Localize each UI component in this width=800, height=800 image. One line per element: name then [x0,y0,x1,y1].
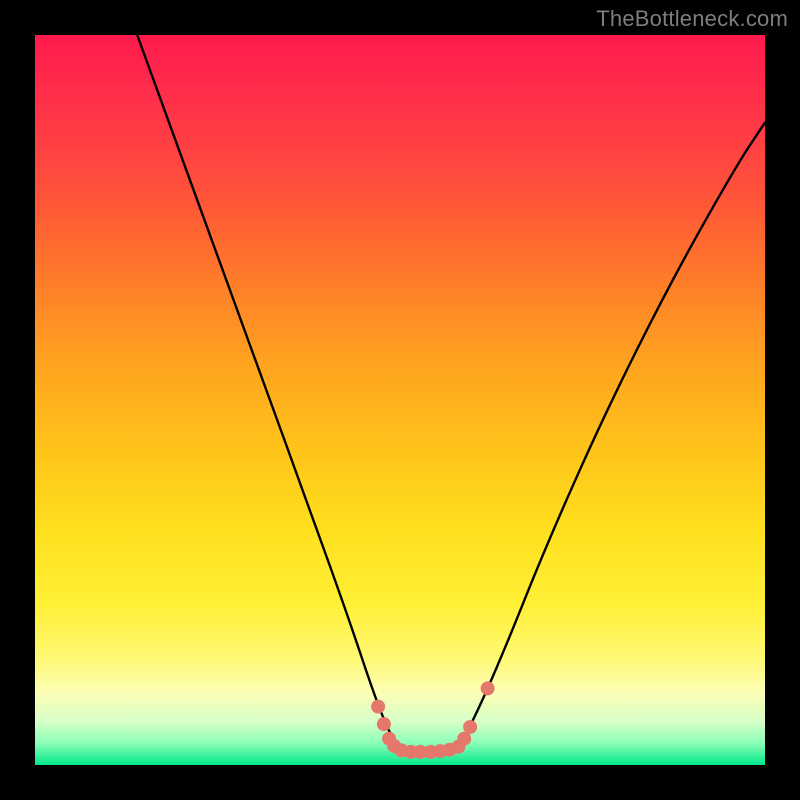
marker-dot [463,720,477,734]
marker-group [371,681,495,759]
curve-svg [35,35,765,765]
marker-dot [371,700,385,714]
bottleneck-curve [137,35,765,752]
plot-area [35,35,765,765]
marker-dot [377,717,391,731]
chart-container: TheBottleneck.com [0,0,800,800]
marker-dot [481,681,495,695]
watermark-text: TheBottleneck.com [596,6,788,32]
